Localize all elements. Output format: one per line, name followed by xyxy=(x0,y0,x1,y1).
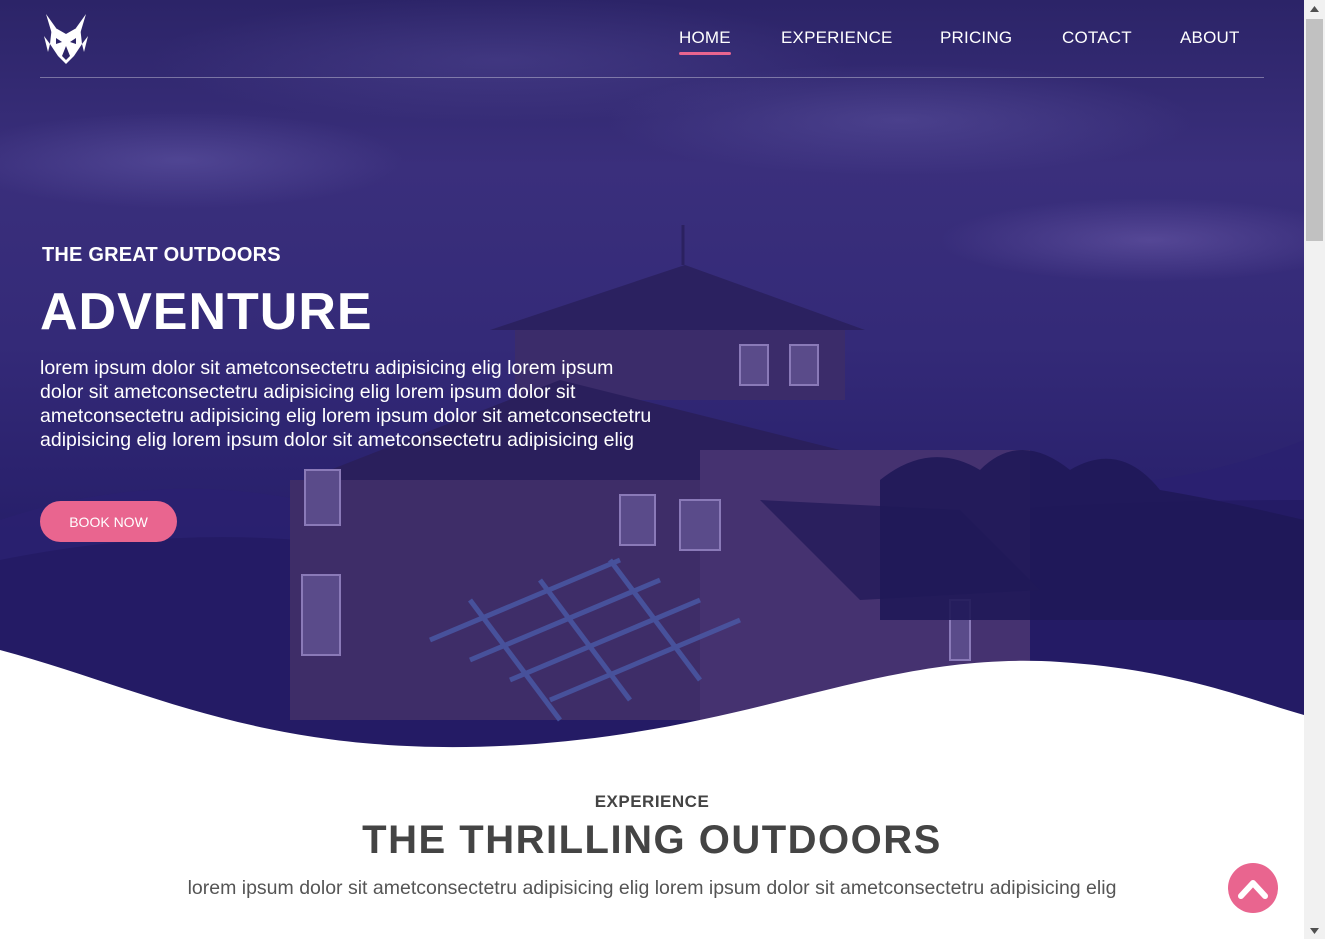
nav-home[interactable]: HOME xyxy=(679,28,731,55)
nav-about[interactable]: ABOUT xyxy=(1180,28,1240,48)
page-scrollbar[interactable] xyxy=(1304,0,1325,939)
chevron-up-icon xyxy=(1238,880,1268,899)
main-nav: HOME EXPERIENCE PRICING COTACT ABOUT xyxy=(0,28,1304,55)
nav-contact[interactable]: COTACT xyxy=(1062,28,1132,48)
section-title: THE THRILLING OUTDOORS xyxy=(362,818,942,862)
hero-description: lorem ipsum dolor sit ametconsectetru ad… xyxy=(40,357,652,451)
scroll-down-arrow-icon[interactable] xyxy=(1304,922,1325,939)
hero-section: HOME EXPERIENCE PRICING COTACT ABOUT THE… xyxy=(0,0,1304,760)
scroll-up-arrow-icon[interactable] xyxy=(1304,0,1325,17)
scroll-to-top-button[interactable] xyxy=(1228,863,1278,913)
section-description: lorem ipsum dolor sit ametconsectetru ad… xyxy=(187,877,1117,899)
section-eyebrow: EXPERIENCE xyxy=(594,792,710,811)
nav-pricing[interactable]: PRICING xyxy=(940,28,1012,48)
hero-eyebrow: THE GREAT OUTDOORS xyxy=(42,244,281,266)
book-now-button[interactable]: BOOK NOW xyxy=(40,501,177,542)
hero-title: ADVENTURE xyxy=(40,283,373,341)
scrollbar-thumb[interactable] xyxy=(1306,19,1323,241)
nav-divider xyxy=(40,77,1264,78)
nav-experience[interactable]: EXPERIENCE xyxy=(781,28,893,48)
